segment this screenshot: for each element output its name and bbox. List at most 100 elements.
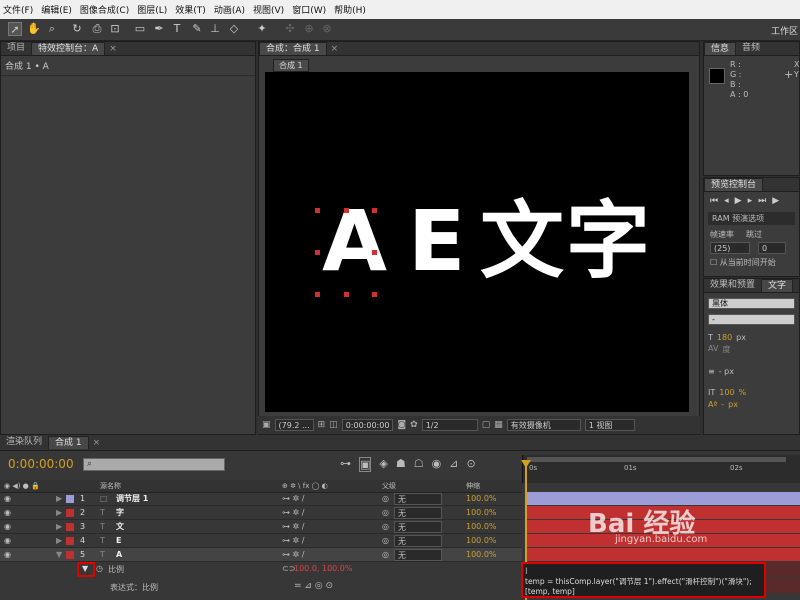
menu-file[interactable]: 文件(F) [3,3,33,16]
camera-tool-icon[interactable]: ⎙ [90,22,104,36]
zoom-select[interactable]: (79.2 ... [274,419,314,431]
menu-view[interactable]: 视图(V) [253,3,284,16]
pickwhip-icon[interactable]: ◎ [382,507,389,519]
baseline-value[interactable]: - [721,400,724,409]
expression-editor[interactable]: I temp = thisComp.layer("调节层 1").effect(… [521,562,766,598]
tracking-value[interactable]: 度 [722,344,730,355]
timeline-timecode[interactable]: 0:00:00:00 [8,457,74,471]
visibility-eye-icon[interactable]: ◉ [4,549,11,561]
framerate-select[interactable]: (25) [710,242,750,254]
zoom-tool-icon[interactable]: ⌕ [45,22,59,36]
layer-stretch[interactable]: 100.0% [466,493,497,505]
visibility-eye-icon[interactable]: ◉ [4,493,11,505]
visibility-eye-icon[interactable]: ◉ [4,507,11,519]
twirl-triangle-icon[interactable]: ▶ [56,535,62,547]
menu-help[interactable]: 帮助(H) [334,3,366,16]
timeline-search-input[interactable]: ⌕ [83,458,225,471]
layer-switches-icon[interactable]: ⊶ ✲ / [282,493,304,505]
expression-controls-icon[interactable]: = ⊿ ◎ ⊙ [294,581,333,591]
frame-blending-icon[interactable]: ☖ [414,457,424,472]
tab-preview[interactable]: 预览控制台 [704,178,764,191]
time-ruler[interactable]: 0s 01s 02s [522,455,800,483]
transform-handle[interactable] [344,292,349,297]
current-time-field[interactable]: 0:00:00:00 [341,419,394,431]
layer-row[interactable]: ◉ ▶ 4 T E ⊶ ✲ / ◎ 无 100.0% [0,534,522,548]
ram-preview-options[interactable]: RAM 预演选项 [708,212,795,225]
work-area-bar[interactable] [527,457,786,462]
label-color-swatch[interactable] [66,523,74,531]
pickwhip-icon[interactable]: ◎ [382,549,389,561]
tab-effect-controls[interactable]: 特效控制台：A [31,42,106,55]
vertical-scale-value[interactable]: 100 [719,388,734,397]
parent-select[interactable]: 无 [394,493,442,505]
label-color-swatch[interactable] [66,551,74,559]
always-preview-icon[interactable]: ▣ [262,420,271,430]
first-frame-icon[interactable]: ⏮ [710,196,718,206]
last-frame-icon[interactable]: ⏭ [758,196,766,206]
layer-stretch[interactable]: 100.0% [466,507,497,519]
menu-composition[interactable]: 图像合成(C) [80,3,129,16]
layer-stretch[interactable]: 100.0% [466,521,497,533]
close-icon[interactable]: × [331,44,339,54]
parent-select[interactable]: 无 [394,535,442,547]
layer-row[interactable]: ◉ ▼ 5 T A ⊶ ✲ / ◎ 无 100.0% [0,548,522,562]
tab-comp-1[interactable]: 合成 1 [48,436,89,449]
layer-switches-icon[interactable]: ⊶ ✲ / [282,549,304,561]
expression-line[interactable]: [temp, temp] [525,587,762,597]
layer-name[interactable]: A [116,549,122,561]
transform-handle[interactable] [315,250,320,255]
layer-row[interactable]: ◉ ▶ 2 T 字 ⊶ ✲ / ◎ 无 100.0% [0,506,522,520]
expression-line[interactable]: temp = thisComp.layer("调节层 1").effect("滑… [525,577,762,587]
font-size-value[interactable]: 180 [717,333,732,342]
comp-letter-zi[interactable]: 字 [566,196,650,286]
resolution-select[interactable]: 1/2 [421,419,478,431]
views-select[interactable]: 1 视图 [584,419,635,431]
pickwhip-icon[interactable]: ◎ [382,535,389,547]
brainstorm-icon[interactable]: ⊙ [466,457,475,472]
layer-name[interactable]: E [116,535,121,547]
clone-tool-icon[interactable]: ⊥ [208,22,222,36]
graph-editor-icon[interactable]: ⊿ [449,457,458,472]
layer-switches-icon[interactable]: ⊶ ✲ / [282,507,304,519]
rotate-tool-icon[interactable]: ↻ [70,22,84,36]
tab-render-queue[interactable]: 渲染队列 [0,436,48,449]
channel-icon[interactable]: ✿ [410,420,418,430]
transform-handle[interactable] [372,292,377,297]
comp-subtab[interactable]: 合成 1 [273,59,309,72]
comp-letter-wen[interactable]: 文 [480,196,564,286]
menu-layer[interactable]: 图层(L) [137,3,167,16]
transform-handle[interactable] [315,208,320,213]
play-icon[interactable]: ▶ [735,196,742,206]
pan-behind-tool-icon[interactable]: ⊡ [108,22,122,36]
label-color-swatch[interactable] [66,537,74,545]
tab-effects-presets[interactable]: 效果和预置 [704,279,761,292]
comp-letter-a[interactable]: A [322,196,387,286]
layer-row[interactable]: ◉ ▶ 3 T 文 ⊶ ✲ / ◎ 无 100.0% [0,520,522,534]
parent-select[interactable]: 无 [394,507,442,519]
comp-mini-flowchart-icon[interactable]: ⊶ [340,457,351,472]
close-icon[interactable]: × [93,438,101,448]
comp-letter-e[interactable]: E [408,196,465,286]
type-tool-icon[interactable]: T [170,22,184,36]
mask-icon[interactable]: ◫ [329,420,338,430]
font-family-select[interactable]: 黑体 [708,298,795,309]
layer-stretch[interactable]: 100.0% [466,535,497,547]
layer-switches-icon[interactable]: ⊶ ✲ / [282,535,304,547]
tab-info[interactable]: 信息 [704,42,737,55]
stopwatch-icon[interactable]: ◷ [96,564,103,573]
layer-row[interactable]: ◉ ▶ 1 □ 调节层 1 ⊶ ✲ / ◎ 无 100.0% [0,492,522,506]
pickwhip-icon[interactable]: ◎ [382,521,389,533]
close-icon[interactable]: × [109,44,117,54]
transparency-grid-icon[interactable]: ▦ [494,420,503,430]
from-current-checkbox[interactable]: ☐ 从当前时间开始 [704,254,799,271]
label-color-swatch[interactable] [66,495,74,503]
prev-frame-icon[interactable]: ◂ [724,196,729,206]
menu-window[interactable]: 窗口(W) [292,3,326,16]
visibility-eye-icon[interactable]: ◉ [4,521,11,533]
hide-shy-icon[interactable]: ☗ [396,457,406,472]
property-value[interactable]: 100.0, 100.0% [294,564,353,573]
menu-edit[interactable]: 编辑(E) [41,3,72,16]
twirl-triangle-icon[interactable]: ▶ [56,521,62,533]
transform-handle[interactable] [315,292,320,297]
stroke-value[interactable]: - px [719,367,734,376]
